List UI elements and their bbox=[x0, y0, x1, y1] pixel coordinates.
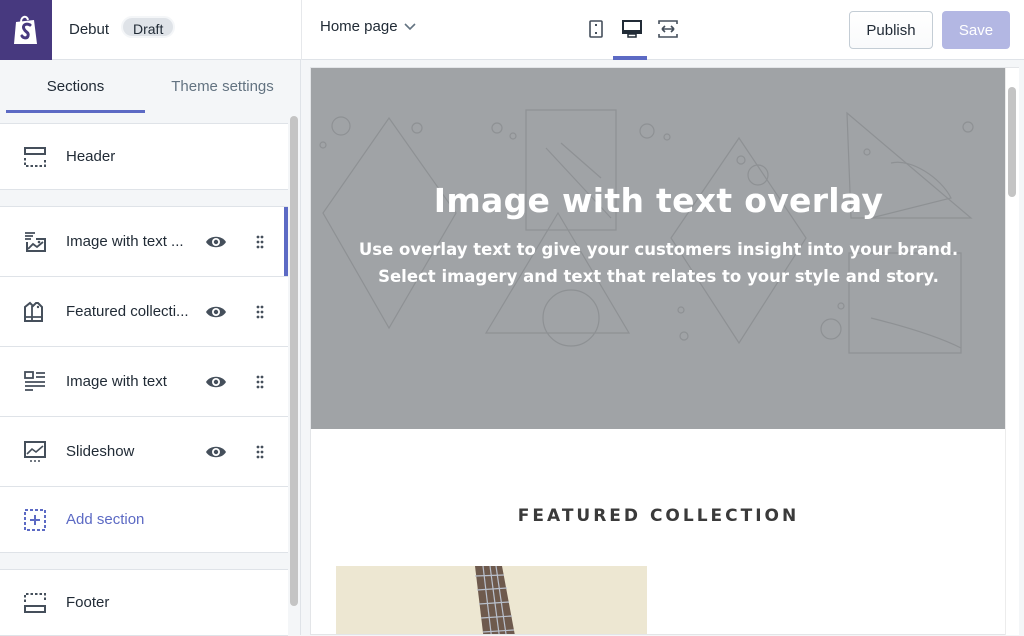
shopify-bag-icon bbox=[14, 15, 37, 44]
add-section-icon bbox=[24, 508, 46, 531]
drag-handle-icon[interactable] bbox=[255, 445, 265, 459]
section-label: Featured collecti... bbox=[66, 303, 189, 320]
featured-collection-icon bbox=[24, 301, 43, 322]
page-selector-label: Home page bbox=[320, 18, 398, 35]
theme-preview: Image with text overlay Use overlay text… bbox=[310, 67, 1019, 635]
image-text-overlay-icon bbox=[25, 231, 46, 252]
fullscreen-icon bbox=[658, 20, 678, 38]
active-view-indicator bbox=[613, 56, 647, 60]
tab-sections[interactable]: Sections bbox=[6, 60, 145, 113]
chevron-down-icon bbox=[403, 22, 416, 30]
section-label: Header bbox=[66, 148, 116, 165]
drag-handle-icon[interactable] bbox=[255, 235, 265, 249]
sidebar-tabs: Sections Theme settings bbox=[0, 60, 300, 113]
product-image-guitar[interactable] bbox=[336, 566, 647, 634]
visibility-eye-icon[interactable] bbox=[205, 444, 227, 460]
preview-scrollbar[interactable] bbox=[1008, 87, 1016, 197]
header-group: Header bbox=[0, 123, 288, 190]
slideshow-icon bbox=[24, 440, 46, 462]
section-item-image-with-text[interactable]: Image with text bbox=[0, 347, 288, 417]
section-label: Slideshow bbox=[66, 443, 135, 460]
section-item-featured-collection[interactable]: Featured collecti... bbox=[0, 277, 288, 347]
drag-handle-icon[interactable] bbox=[255, 305, 265, 319]
sidebar-scrollbar[interactable] bbox=[290, 116, 298, 606]
page-selector[interactable]: Home page bbox=[320, 18, 416, 35]
save-button[interactable]: Save bbox=[942, 11, 1010, 49]
tab-theme-settings[interactable]: Theme settings bbox=[145, 60, 300, 113]
add-section-button[interactable]: Add section bbox=[0, 487, 288, 553]
view-mode-toggle bbox=[585, 18, 679, 40]
status-badge: Draft bbox=[121, 16, 176, 38]
mobile-view-button[interactable] bbox=[585, 18, 607, 40]
header-icon bbox=[24, 146, 46, 167]
theme-name: Debut bbox=[69, 21, 110, 38]
section-label: Footer bbox=[66, 594, 110, 611]
section-item-header[interactable]: Header bbox=[0, 124, 288, 190]
visibility-eye-icon[interactable] bbox=[205, 234, 227, 250]
top-bar: Debut Draft Home page Publish Save bbox=[0, 0, 1024, 60]
image-with-text-icon bbox=[24, 370, 45, 391]
section-label: Image with text ... bbox=[66, 233, 184, 250]
publish-button[interactable]: Publish bbox=[849, 11, 933, 49]
guitar-neck-image bbox=[336, 566, 647, 634]
desktop-icon bbox=[622, 20, 642, 38]
section-item-slideshow[interactable]: Slideshow bbox=[0, 417, 288, 487]
featured-collection-title: FEATURED COLLECTION bbox=[517, 506, 800, 526]
hero-subtitle: Use overlay text to give your customers … bbox=[358, 240, 959, 286]
image-with-text-overlay-section[interactable]: Image with text overlay Use overlay text… bbox=[311, 68, 1006, 429]
footer-group: Footer bbox=[0, 569, 288, 636]
mobile-icon bbox=[589, 20, 603, 38]
footer-icon bbox=[24, 592, 46, 613]
sidebar: Sections Theme settings Header Image wit… bbox=[0, 60, 301, 636]
section-item-footer[interactable]: Footer bbox=[0, 570, 288, 636]
drag-handle-icon[interactable] bbox=[255, 375, 265, 389]
section-label: Image with text bbox=[66, 373, 167, 390]
hero-title: Image with text overlay bbox=[433, 181, 884, 220]
shopify-logo[interactable] bbox=[0, 0, 52, 60]
visibility-eye-icon[interactable] bbox=[205, 304, 227, 320]
fullscreen-view-button[interactable] bbox=[657, 18, 679, 40]
section-item-image-with-text-overlay[interactable]: Image with text ... bbox=[0, 207, 288, 277]
section-list: Header Image with text ... Featured coll… bbox=[0, 123, 288, 636]
visibility-eye-icon[interactable] bbox=[205, 374, 227, 390]
desktop-view-button[interactable] bbox=[621, 18, 643, 40]
content-sections-group: Image with text ... Featured collecti...… bbox=[0, 206, 288, 553]
add-section-label: Add section bbox=[66, 511, 145, 528]
topbar-divider bbox=[301, 0, 302, 60]
